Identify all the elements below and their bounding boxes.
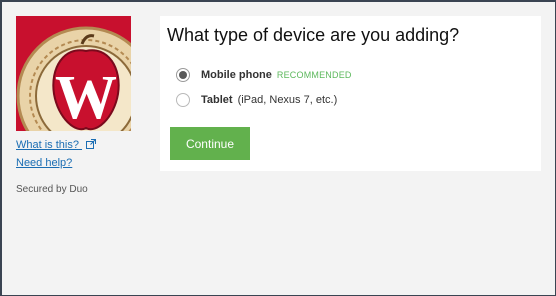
continue-button[interactable]: Continue bbox=[170, 127, 250, 160]
external-link-icon bbox=[86, 139, 97, 152]
option-label: Tablet bbox=[201, 94, 233, 106]
option-label: Mobile phone bbox=[201, 69, 272, 81]
page-title: What type of device are you adding? bbox=[167, 25, 460, 45]
option-mobile-phone[interactable]: Mobile phone RECOMMENDED bbox=[176, 67, 352, 83]
option-hint: (iPad, Nexus 7, etc.) bbox=[237, 94, 338, 106]
secured-by-label: Secured by Duo bbox=[16, 184, 88, 195]
university-logo: W bbox=[16, 16, 131, 131]
need-help-link[interactable]: Need help? bbox=[16, 157, 72, 169]
what-is-this-label[interactable]: What is this? bbox=[16, 139, 79, 151]
logo-letter: W bbox=[55, 64, 117, 131]
recommended-badge: RECOMMENDED bbox=[276, 70, 352, 80]
device-type-panel: What type of device are you adding? Mobi… bbox=[160, 16, 541, 171]
radio-tablet[interactable] bbox=[176, 93, 190, 107]
radio-mobile-phone[interactable] bbox=[176, 68, 190, 82]
option-tablet[interactable]: Tablet (iPad, Nexus 7, etc.) bbox=[176, 92, 337, 108]
what-is-this-link[interactable]: What is this? bbox=[16, 139, 97, 152]
